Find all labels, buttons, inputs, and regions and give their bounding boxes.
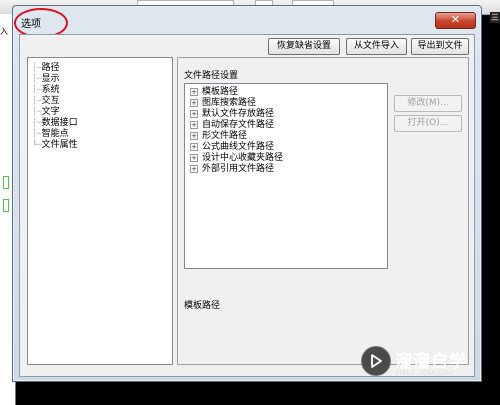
dialog-body: 恢复缺省设置 从文件导入 导出到文件 ┆┄路径 ┆┄显示 ┆┄系统 ┆┄交互 ┆… xyxy=(19,34,475,377)
nav-item-file-properties[interactable]: └┄文件属性 xyxy=(32,139,78,150)
path-item-autosave[interactable]: + 自动保存文件路径 xyxy=(190,120,274,131)
background-left-text: 入 xyxy=(0,27,8,36)
export-to-file-button[interactable]: 导出到文件 xyxy=(411,38,469,55)
restore-defaults-button[interactable]: 恢复缺省设置 xyxy=(268,38,340,55)
nav-item-smart-point[interactable]: ┆┄智能点 xyxy=(32,128,69,139)
path-tree: + 模板路径 + 图库搜索路径 + 默认文件存放路径 + 自动保存文件路径 + 形文件路径… xyxy=(184,83,388,269)
background-right-text: 三 xyxy=(490,12,500,23)
expand-icon[interactable]: + xyxy=(190,87,198,96)
file-path-settings-panel: 文件路径设置 + 模板路径 + 图库搜索路径 + 默认文件存放路径 + 自动保存文件路径… xyxy=(177,57,469,365)
panel-title: 文件路径设置 xyxy=(184,71,239,81)
background-drawing-mark xyxy=(3,176,9,189)
options-nav-tree: ┆┄路径 ┆┄显示 ┆┄系统 ┆┄交互 ┆┄文字 ┆┄数据接口 ┆┄智能点 └┄… xyxy=(27,57,173,365)
path-item-formula-curve[interactable]: + 公式曲线文件路径 xyxy=(190,142,274,153)
expand-icon[interactable]: + xyxy=(190,109,198,118)
modify-button[interactable]: 修改(M)... xyxy=(394,95,462,112)
path-item-library-search[interactable]: + 图库搜索路径 xyxy=(190,98,256,109)
nav-item-interaction[interactable]: ┆┄交互 xyxy=(32,95,60,106)
watermark-brand: 溜溜自学 xyxy=(395,352,467,372)
close-button[interactable]: ✕ xyxy=(435,12,476,29)
background-drawing-mark xyxy=(3,199,9,212)
nav-item-system[interactable]: ┆┄系统 xyxy=(32,84,60,95)
expand-icon[interactable]: + xyxy=(190,142,198,151)
expand-icon[interactable]: + xyxy=(190,153,198,162)
expand-icon[interactable]: + xyxy=(190,98,198,107)
expand-icon[interactable]: + xyxy=(190,120,198,129)
path-item-default-save[interactable]: + 默认文件存放路径 xyxy=(190,109,274,120)
nav-item-data-interface[interactable]: ┆┄数据接口 xyxy=(32,117,78,128)
options-dialog: 选项 ✕ 恢复缺省设置 从文件导入 导出到文件 ┆┄路径 ┆┄显示 ┆┄系统 ┆… xyxy=(12,5,482,382)
nav-item-display[interactable]: ┆┄显示 xyxy=(32,73,60,84)
nav-item-path[interactable]: ┆┄路径 xyxy=(32,62,60,73)
expand-icon[interactable]: + xyxy=(190,131,198,140)
nav-item-text[interactable]: ┆┄文字 xyxy=(32,106,60,117)
watermark: 溜溜自学 ZIXUE.3D66.COM xyxy=(353,339,473,391)
selected-path-label: 模板路径 xyxy=(184,301,221,311)
path-item-design-center[interactable]: + 设计中心收藏夹路径 xyxy=(190,153,283,164)
watermark-url: ZIXUE.3D66.COM xyxy=(395,370,455,377)
play-logo-icon xyxy=(361,346,391,376)
open-button[interactable]: 打开(O)... xyxy=(394,115,462,132)
expand-icon[interactable]: + xyxy=(190,164,198,173)
path-item-template[interactable]: + 模板路径 xyxy=(190,87,238,98)
path-item-shape-file[interactable]: + 形文件路径 xyxy=(190,131,247,142)
import-from-file-button[interactable]: 从文件导入 xyxy=(346,38,407,55)
path-item-external-reference[interactable]: + 外部引用文件路径 xyxy=(190,164,274,175)
